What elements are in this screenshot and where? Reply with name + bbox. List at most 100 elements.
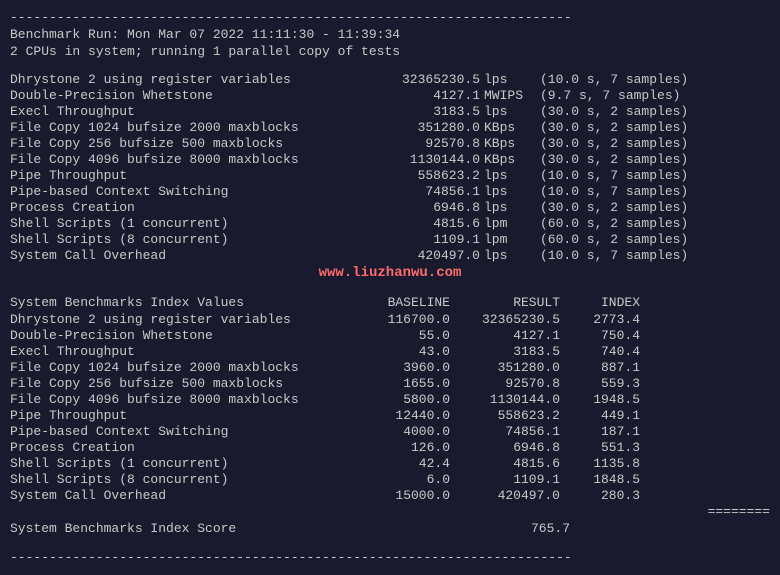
index-header-index: INDEX: [560, 295, 640, 310]
bench-value: 1109.1: [350, 232, 480, 247]
bench-unit: lpm: [480, 232, 540, 247]
idx-row-index: 750.4: [560, 328, 640, 343]
bench-row: Shell Scripts (1 concurrent)4815.6lpm (6…: [10, 216, 770, 231]
idx-row-result: 1130144.0: [450, 392, 560, 407]
idx-row-baseline: 12440.0: [350, 408, 450, 423]
idx-row-index: 1135.8: [560, 456, 640, 471]
index-row: System Call Overhead15000.0420497.0280.3: [10, 488, 770, 503]
idx-row-index: 551.3: [560, 440, 640, 455]
idx-row-baseline: 116700.0: [350, 312, 450, 327]
bench-extra: (60.0 s, 2 samples): [540, 216, 770, 231]
bench-label: Process Creation: [10, 200, 350, 215]
idx-row-label: Pipe-based Context Switching: [10, 424, 350, 439]
score-label: System Benchmarks Index Score: [10, 521, 490, 536]
bench-value: 558623.2: [350, 168, 480, 183]
idx-row-label: Shell Scripts (1 concurrent): [10, 456, 350, 471]
bench-unit: lpm: [480, 216, 540, 231]
idx-row-baseline: 126.0: [350, 440, 450, 455]
bench-label: File Copy 4096 bufsize 8000 maxblocks: [10, 152, 350, 167]
bench-extra: (30.0 s, 2 samples): [540, 120, 770, 135]
bench-extra: (10.0 s, 7 samples): [540, 248, 770, 263]
header-line2: 2 CPUs in system; running 1 parallel cop…: [10, 44, 770, 59]
bench-row: File Copy 4096 bufsize 8000 maxblocks113…: [10, 152, 770, 167]
bench-unit: KBps: [480, 120, 540, 135]
idx-row-label: File Copy 256 bufsize 500 maxblocks: [10, 376, 350, 391]
terminal: ----------------------------------------…: [8, 4, 772, 571]
idx-row-result: 74856.1: [450, 424, 560, 439]
watermark: www.liuzhanwu.com: [10, 265, 770, 281]
idx-row-result: 6946.8: [450, 440, 560, 455]
index-header-row: System Benchmarks Index Values BASELINE …: [10, 295, 770, 310]
bench-unit: KBps: [480, 152, 540, 167]
idx-row-index: 280.3: [560, 488, 640, 503]
bench-value: 1130144.0: [350, 152, 480, 167]
idx-row-result: 92570.8: [450, 376, 560, 391]
index-header-label: System Benchmarks Index Values: [10, 295, 350, 310]
score-row: System Benchmarks Index Score 765.7: [10, 521, 770, 536]
bench-unit: KBps: [480, 136, 540, 151]
bench-row: System Call Overhead420497.0lps (10.0 s,…: [10, 248, 770, 263]
idx-row-label: Pipe Throughput: [10, 408, 350, 423]
bench-value: 32365230.5: [350, 72, 480, 87]
idx-row-result: 1109.1: [450, 472, 560, 487]
separator-bottom: ----------------------------------------…: [10, 550, 770, 565]
bench-row: Execl Throughput3183.5lps (30.0 s, 2 sam…: [10, 104, 770, 119]
bench-extra: (30.0 s, 2 samples): [540, 200, 770, 215]
index-row: Execl Throughput43.03183.5740.4: [10, 344, 770, 359]
idx-row-index: 1948.5: [560, 392, 640, 407]
idx-row-label: Dhrystone 2 using register variables: [10, 312, 350, 327]
idx-row-baseline: 3960.0: [350, 360, 450, 375]
bench-extra: (30.0 s, 2 samples): [540, 136, 770, 151]
index-row: Pipe Throughput12440.0558623.2449.1: [10, 408, 770, 423]
idx-row-result: 558623.2: [450, 408, 560, 423]
bench-unit: lps: [480, 200, 540, 215]
bench-label: Pipe Throughput: [10, 168, 350, 183]
score-value: 765.7: [490, 521, 570, 536]
index-row: Shell Scripts (8 concurrent)6.01109.1184…: [10, 472, 770, 487]
bench-extra: (10.0 s, 7 samples): [540, 184, 770, 199]
idx-row-baseline: 15000.0: [350, 488, 450, 503]
bench-label: Shell Scripts (1 concurrent): [10, 216, 350, 231]
idx-row-index: 559.3: [560, 376, 640, 391]
bench-extra: (10.0 s, 7 samples): [540, 72, 770, 87]
bench-label: Double-Precision Whetstone: [10, 88, 350, 103]
bench-value: 4815.6: [350, 216, 480, 231]
idx-row-index: 1848.5: [560, 472, 640, 487]
bench-label: File Copy 1024 bufsize 2000 maxblocks: [10, 120, 350, 135]
bench-unit: lps: [480, 248, 540, 263]
bench-unit: lps: [480, 168, 540, 183]
idx-row-baseline: 1655.0: [350, 376, 450, 391]
index-row: Double-Precision Whetstone55.04127.1750.…: [10, 328, 770, 343]
idx-row-label: Execl Throughput: [10, 344, 350, 359]
idx-row-baseline: 43.0: [350, 344, 450, 359]
equals-symbol: ========: [690, 504, 770, 519]
bench-label: Pipe-based Context Switching: [10, 184, 350, 199]
bench-value: 74856.1: [350, 184, 480, 199]
index-list: Dhrystone 2 using register variables1167…: [10, 312, 770, 503]
bench-extra: (30.0 s, 2 samples): [540, 104, 770, 119]
bench-row: Pipe-based Context Switching74856.1lps (…: [10, 184, 770, 199]
idx-row-index: 887.1: [560, 360, 640, 375]
bench-extra: (10.0 s, 7 samples): [540, 168, 770, 183]
bench-label: Shell Scripts (8 concurrent): [10, 232, 350, 247]
idx-row-result: 3183.5: [450, 344, 560, 359]
bench-value: 420497.0: [350, 248, 480, 263]
bench-label: System Call Overhead: [10, 248, 350, 263]
index-row: Dhrystone 2 using register variables1167…: [10, 312, 770, 327]
idx-row-index: 449.1: [560, 408, 640, 423]
index-row: Shell Scripts (1 concurrent)42.44815.611…: [10, 456, 770, 471]
bench-value: 4127.1: [350, 88, 480, 103]
idx-row-result: 4127.1: [450, 328, 560, 343]
bench-value: 92570.8: [350, 136, 480, 151]
idx-row-baseline: 5800.0: [350, 392, 450, 407]
equals-row: ========: [10, 504, 770, 519]
index-row: Pipe-based Context Switching4000.074856.…: [10, 424, 770, 439]
idx-row-index: 740.4: [560, 344, 640, 359]
idx-row-label: Shell Scripts (8 concurrent): [10, 472, 350, 487]
idx-row-label: Double-Precision Whetstone: [10, 328, 350, 343]
separator-top: ----------------------------------------…: [10, 10, 770, 25]
bench-extra: (60.0 s, 2 samples): [540, 232, 770, 247]
idx-row-result: 351280.0: [450, 360, 560, 375]
bench-extra: (30.0 s, 2 samples): [540, 152, 770, 167]
bench-value: 3183.5: [350, 104, 480, 119]
